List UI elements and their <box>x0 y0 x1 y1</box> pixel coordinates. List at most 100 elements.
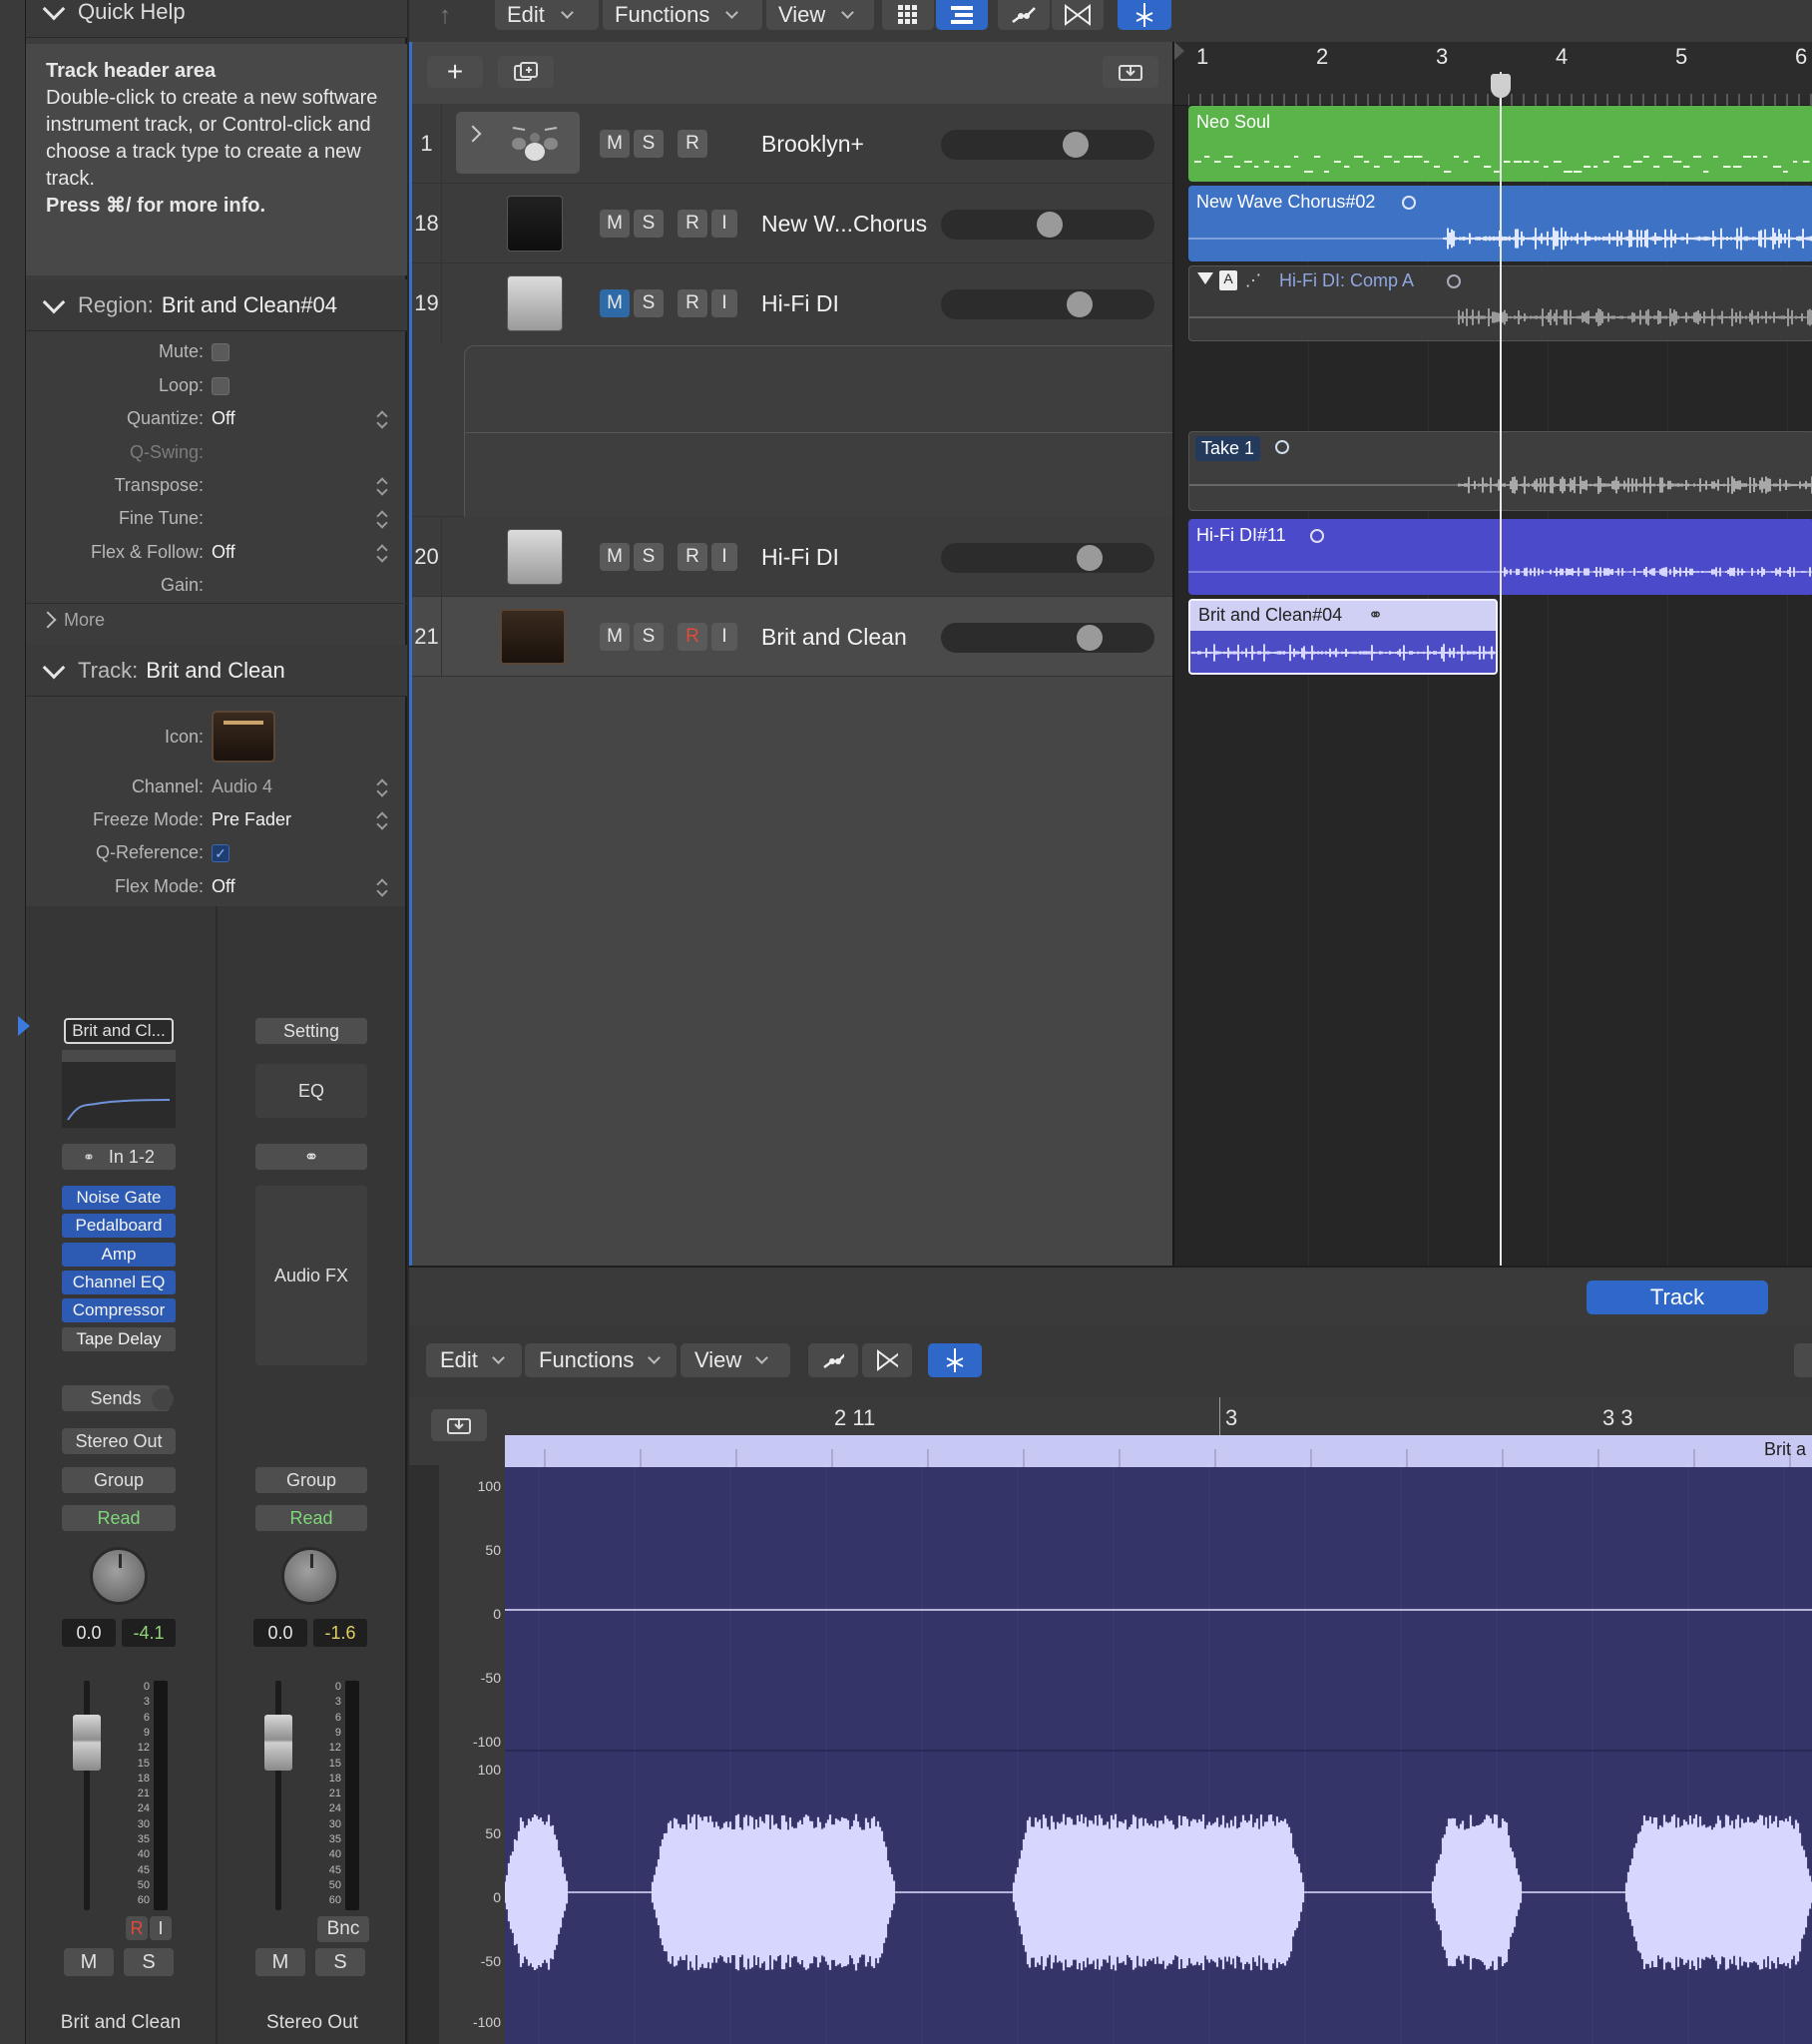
editor-waveform-area[interactable] <box>505 1467 1812 2044</box>
mute-button[interactable]: M <box>600 130 630 158</box>
solo-button[interactable]: S <box>634 130 664 158</box>
stereo-link-icon[interactable]: ⚭ <box>255 1144 367 1170</box>
editor-catch-playhead-button[interactable] <box>928 1343 982 1377</box>
grid-view-icon[interactable] <box>882 0 934 30</box>
amp-icon[interactable] <box>212 711 275 763</box>
editor-crossfade-button[interactable] <box>862 1343 912 1377</box>
region-inspector-header[interactable]: Region: Brit and Clean#04 <box>26 279 407 331</box>
pan-knob[interactable] <box>90 1547 148 1605</box>
editor-region-lane[interactable]: Brit a <box>505 1435 1812 1467</box>
solo-button[interactable]: S <box>634 623 664 651</box>
region-finetune-row[interactable]: Fine Tune: <box>26 502 407 535</box>
solo-button[interactable]: S <box>634 289 664 317</box>
functions-menu[interactable]: Functions <box>603 0 762 30</box>
track-name[interactable]: Brooklyn+ <box>761 104 864 184</box>
stepper-icon[interactable] <box>377 810 387 830</box>
playhead-line[interactable] <box>1500 72 1502 1266</box>
add-track-button[interactable]: + <box>427 56 483 88</box>
plugin-compressor[interactable]: Compressor <box>62 1298 176 1322</box>
crossfade-icon[interactable] <box>1052 0 1104 30</box>
editor-edit-menu[interactable]: Edit <box>426 1343 522 1377</box>
stepper-icon[interactable] <box>377 543 387 563</box>
track-row[interactable]: 20 M S R I Hi-Fi DI <box>412 517 1172 597</box>
volume-slider-thumb[interactable] <box>1037 212 1063 238</box>
more-disclosure[interactable]: More <box>26 603 407 636</box>
track-flexmode-row[interactable]: Flex Mode: Off <box>26 870 407 903</box>
plugin-pedalboard[interactable]: Pedalboard <box>62 1214 176 1238</box>
pan-knob[interactable] <box>281 1547 339 1605</box>
track-channel-row[interactable]: Channel: Audio 4 <box>26 770 407 803</box>
volume-readout[interactable]: 0.0 <box>62 1619 116 1647</box>
editor-view-menu[interactable]: View <box>680 1343 790 1377</box>
record-button[interactable]: R <box>678 130 707 158</box>
stepper-icon[interactable] <box>377 877 387 897</box>
track-freeze-row[interactable]: Freeze Mode: Pre Fader <box>26 803 407 836</box>
mute-button[interactable]: M <box>255 1948 305 1976</box>
edit-menu[interactable]: Edit <box>495 0 599 30</box>
eq-display[interactable] <box>62 1050 176 1128</box>
input-monitor-button[interactable]: I <box>711 210 737 238</box>
audio-fx-slot[interactable]: Audio FX <box>255 1186 367 1365</box>
input-monitor-button[interactable]: I <box>150 1916 172 1940</box>
volume-slider-thumb[interactable] <box>1063 132 1089 158</box>
volume-slider[interactable] <box>941 543 1154 573</box>
record-button[interactable]: R <box>678 623 707 651</box>
solo-button[interactable]: S <box>124 1948 174 1976</box>
mute-button[interactable]: M <box>600 210 630 238</box>
input-monitor-button[interactable]: I <box>711 623 737 651</box>
track-row[interactable]: 1 M S R Brooklyn+ <box>412 104 1172 184</box>
plugin-tape-delay[interactable]: Tape Delay <box>62 1327 176 1351</box>
plugin-channel-eq[interactable]: Channel EQ <box>62 1271 176 1294</box>
mute-button[interactable]: M <box>600 623 630 651</box>
track-inspector-header[interactable]: Track: Brit and Clean <box>26 645 407 697</box>
quick-help-header[interactable]: Quick Help <box>26 0 407 38</box>
eq-slot[interactable]: EQ <box>255 1064 367 1118</box>
region-quantize-row[interactable]: Quantize: Off <box>26 402 407 435</box>
loop-checkbox[interactable] <box>212 376 229 395</box>
region-gain-row[interactable]: Gain: <box>26 569 407 602</box>
editor-ruler[interactable]: 2 11 3 3 3 <box>505 1397 1812 1435</box>
volume-slider-thumb[interactable] <box>1077 545 1103 571</box>
input-monitor-button[interactable]: I <box>711 543 737 571</box>
automation-curve-icon[interactable] <box>998 0 1050 30</box>
editor-automation-curve-button[interactable] <box>808 1343 858 1377</box>
stepper-icon[interactable] <box>377 777 387 797</box>
volume-slider[interactable] <box>941 210 1154 240</box>
setting-button[interactable]: Brit and Cl... <box>64 1018 174 1044</box>
peak-readout[interactable]: -1.6 <box>313 1619 367 1647</box>
editor-extra-button[interactable] <box>1794 1343 1812 1377</box>
track-name[interactable]: Hi-Fi DI <box>761 517 839 597</box>
qref-checkbox[interactable]: ✓ <box>212 843 229 862</box>
arrange-area[interactable]: 1 2 3 4 5 6 Neo Soul New Wave Chorus#02 … <box>1172 42 1812 1266</box>
region-flex-follow-row[interactable]: Flex & Follow: Off <box>26 536 407 569</box>
catch-playhead-icon[interactable] <box>1118 0 1171 30</box>
region-brit-and-clean-04[interactable]: Brit and Clean#04 ⚭ <box>1188 599 1498 675</box>
solo-button[interactable]: S <box>315 1948 365 1976</box>
volume-fader-handle[interactable] <box>264 1715 292 1771</box>
record-button[interactable]: R <box>678 543 707 571</box>
output-button[interactable]: Stereo Out <box>62 1428 176 1454</box>
mute-button[interactable]: M <box>600 543 630 571</box>
plugin-noise-gate[interactable]: Noise Gate <box>62 1186 176 1210</box>
list-view-icon[interactable] <box>936 0 988 30</box>
volume-slider[interactable] <box>941 289 1154 319</box>
solo-button[interactable]: S <box>634 543 664 571</box>
plugin-amp[interactable]: Amp <box>62 1243 176 1267</box>
mute-button[interactable]: M <box>600 289 630 317</box>
mute-button[interactable]: M <box>64 1948 114 1976</box>
record-button[interactable]: R <box>678 210 707 238</box>
go-up-icon[interactable]: ↑ <box>439 2 451 30</box>
editor-functions-menu[interactable]: Functions <box>525 1343 677 1377</box>
volume-readout[interactable]: 0.0 <box>253 1619 307 1647</box>
automation-read-button[interactable]: Read <box>62 1505 176 1531</box>
disclosure-triangle-icon[interactable] <box>1197 272 1213 284</box>
volume-slider[interactable] <box>941 623 1154 653</box>
track-name[interactable]: New W...Chorus <box>761 184 927 263</box>
group-button[interactable]: Group <box>255 1467 367 1493</box>
volume-slider-thumb[interactable] <box>1077 625 1103 651</box>
track-name[interactable]: Hi-Fi DI <box>761 263 839 343</box>
duplicate-track-button[interactable] <box>498 56 554 88</box>
region-transpose-row[interactable]: Transpose: <box>26 469 407 502</box>
group-button[interactable]: Group <box>62 1467 176 1493</box>
editor-catch-button[interactable] <box>431 1409 487 1441</box>
